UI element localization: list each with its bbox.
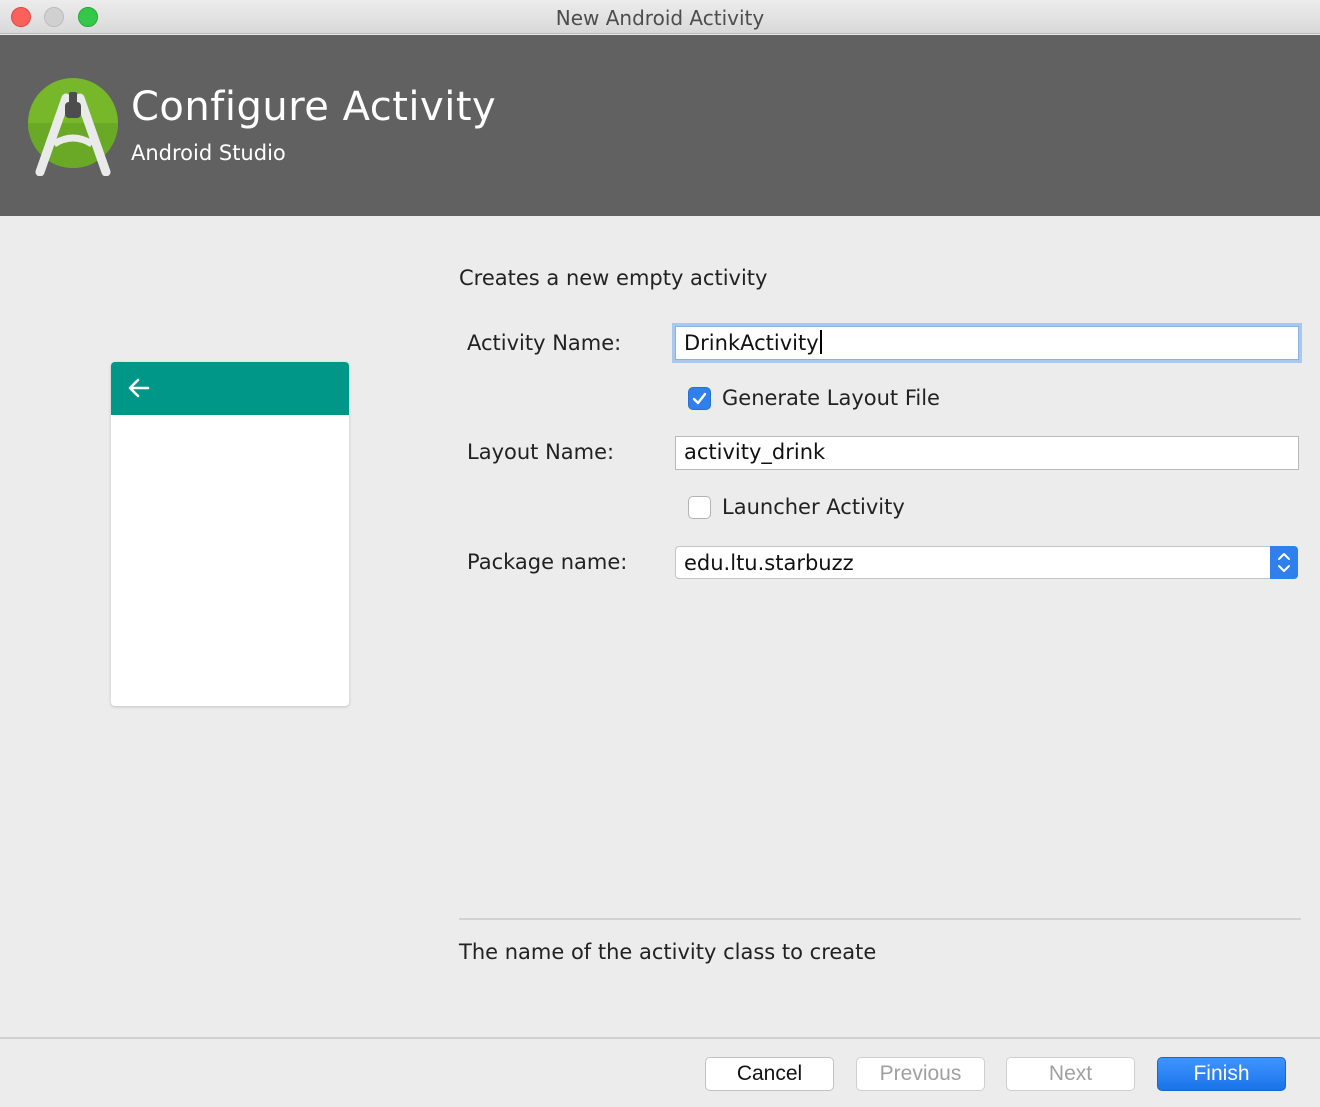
layout-name-input[interactable]: activity_drink: [675, 436, 1299, 470]
back-arrow-icon: [128, 378, 150, 398]
next-button[interactable]: Next: [1006, 1057, 1135, 1091]
template-description: Creates a new empty activity: [459, 266, 768, 290]
finish-button[interactable]: Finish: [1157, 1057, 1286, 1091]
layout-name-label: Layout Name:: [467, 440, 615, 464]
header-banner: Configure Activity Android Studio: [0, 35, 1320, 216]
footer-divider: [0, 1037, 1320, 1039]
cancel-button[interactable]: Cancel: [705, 1057, 834, 1091]
package-name-select[interactable]: edu.ltu.starbuzz: [675, 546, 1298, 579]
chevron-up-down-icon: [1278, 553, 1290, 572]
preview-toolbar: [111, 362, 349, 415]
text-cursor: [819, 330, 822, 354]
activity-name-input[interactable]: DrinkActivity: [675, 326, 1299, 360]
divider: [459, 918, 1301, 920]
android-studio-logo-icon: [28, 78, 118, 176]
activity-name-value: DrinkActivity: [684, 331, 819, 355]
layout-name-value: activity_drink: [684, 440, 826, 464]
package-name-label: Package name:: [467, 550, 628, 574]
activity-name-label: Activity Name:: [467, 331, 622, 355]
previous-button[interactable]: Previous: [856, 1057, 985, 1091]
launcher-activity-label[interactable]: Launcher Activity: [722, 495, 905, 519]
launcher-activity-checkbox[interactable]: [688, 496, 711, 519]
page-title: Configure Activity: [131, 84, 497, 130]
window-title: New Android Activity: [555, 6, 765, 30]
generate-layout-checkbox[interactable]: [688, 387, 711, 410]
title-bar: New Android Activity: [0, 0, 1320, 34]
activity-preview: [111, 362, 349, 706]
page-subtitle: Android Studio: [131, 141, 286, 165]
generate-layout-label[interactable]: Generate Layout File: [722, 386, 940, 410]
package-name-value: edu.ltu.starbuzz: [684, 551, 854, 575]
field-hint: The name of the activity class to create: [459, 940, 877, 964]
checkmark-icon: [692, 392, 707, 405]
select-stepper-button[interactable]: [1270, 546, 1298, 579]
